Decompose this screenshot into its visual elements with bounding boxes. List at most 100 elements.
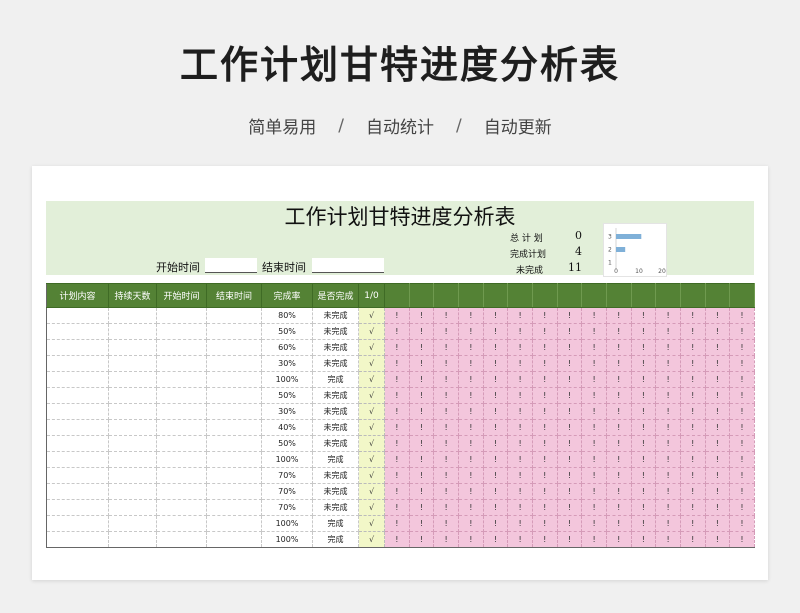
completion-rate-cell[interactable]: 60% — [261, 339, 313, 356]
gantt-cell[interactable]: ! — [482, 387, 509, 404]
table-cell[interactable] — [206, 499, 262, 516]
completion-status-cell[interactable]: 未完成 — [312, 467, 359, 484]
column-header[interactable]: 开始时间 — [156, 283, 207, 308]
gantt-cell[interactable]: ! — [531, 419, 558, 436]
gantt-cell[interactable]: ! — [704, 515, 731, 532]
gantt-cell[interactable]: ! — [556, 531, 583, 548]
check-cell[interactable]: √ — [358, 355, 385, 372]
table-cell[interactable] — [206, 307, 262, 324]
gantt-cell[interactable]: ! — [729, 435, 755, 452]
gantt-cell[interactable]: ! — [482, 403, 509, 420]
column-header[interactable]: 持续天数 — [108, 283, 157, 308]
gantt-cell[interactable]: ! — [729, 371, 755, 388]
gantt-cell[interactable]: ! — [531, 387, 558, 404]
table-cell[interactable] — [206, 339, 262, 356]
gantt-cell[interactable]: ! — [581, 355, 607, 372]
completion-status-cell[interactable]: 未完成 — [312, 307, 359, 324]
gantt-cell[interactable]: ! — [457, 307, 484, 324]
gantt-cell[interactable]: ! — [581, 403, 607, 420]
table-cell[interactable] — [108, 371, 157, 388]
table-cell[interactable] — [46, 451, 109, 468]
gantt-cell[interactable]: ! — [605, 355, 632, 372]
gantt-cell[interactable]: ! — [581, 307, 607, 324]
gantt-cell[interactable]: ! — [679, 403, 706, 420]
gantt-cell[interactable]: ! — [630, 323, 657, 340]
gantt-cell[interactable]: ! — [556, 355, 583, 372]
table-cell[interactable] — [46, 323, 109, 340]
gantt-cell[interactable]: ! — [679, 387, 706, 404]
gantt-cell[interactable]: ! — [556, 435, 583, 452]
completion-rate-cell[interactable]: 70% — [261, 499, 313, 516]
gantt-day-header[interactable] — [384, 283, 410, 308]
table-cell[interactable] — [156, 419, 207, 436]
gantt-cell[interactable]: ! — [605, 483, 632, 500]
completion-status-cell[interactable]: 完成 — [312, 531, 359, 548]
gantt-cell[interactable]: ! — [581, 419, 607, 436]
gantt-day-header[interactable] — [605, 283, 632, 308]
gantt-cell[interactable]: ! — [457, 531, 484, 548]
gantt-cell[interactable]: ! — [433, 515, 459, 532]
gantt-cell[interactable]: ! — [482, 307, 509, 324]
gantt-cell[interactable]: ! — [408, 339, 435, 356]
gantt-cell[interactable]: ! — [408, 419, 435, 436]
gantt-cell[interactable]: ! — [507, 499, 533, 516]
completion-status-cell[interactable]: 未完成 — [312, 435, 359, 452]
table-cell[interactable] — [46, 387, 109, 404]
completion-status-cell[interactable]: 未完成 — [312, 483, 359, 500]
gantt-cell[interactable]: ! — [581, 387, 607, 404]
gantt-cell[interactable]: ! — [433, 355, 459, 372]
gantt-cell[interactable]: ! — [408, 451, 435, 468]
gantt-day-header[interactable] — [408, 283, 435, 308]
table-cell[interactable] — [46, 531, 109, 548]
gantt-cell[interactable]: ! — [507, 323, 533, 340]
gantt-cell[interactable]: ! — [408, 307, 435, 324]
gantt-cell[interactable]: ! — [433, 435, 459, 452]
gantt-cell[interactable]: ! — [507, 531, 533, 548]
gantt-cell[interactable]: ! — [556, 307, 583, 324]
gantt-cell[interactable]: ! — [581, 531, 607, 548]
gantt-cell[interactable]: ! — [704, 483, 731, 500]
gantt-cell[interactable]: ! — [531, 531, 558, 548]
gantt-cell[interactable]: ! — [507, 483, 533, 500]
gantt-cell[interactable]: ! — [704, 323, 731, 340]
end-time-input[interactable] — [312, 258, 384, 273]
gantt-cell[interactable]: ! — [433, 387, 459, 404]
check-cell[interactable]: √ — [358, 499, 385, 516]
table-cell[interactable] — [206, 483, 262, 500]
gantt-cell[interactable]: ! — [605, 371, 632, 388]
gantt-day-header[interactable] — [729, 283, 755, 308]
gantt-cell[interactable]: ! — [408, 355, 435, 372]
table-cell[interactable] — [206, 371, 262, 388]
gantt-cell[interactable]: ! — [408, 323, 435, 340]
gantt-cell[interactable]: ! — [507, 339, 533, 356]
gantt-cell[interactable]: ! — [630, 371, 657, 388]
gantt-cell[interactable]: ! — [408, 515, 435, 532]
table-cell[interactable] — [156, 355, 207, 372]
gantt-cell[interactable]: ! — [581, 371, 607, 388]
gantt-cell[interactable]: ! — [482, 515, 509, 532]
completion-rate-cell[interactable]: 70% — [261, 483, 313, 500]
check-cell[interactable]: √ — [358, 323, 385, 340]
gantt-cell[interactable]: ! — [704, 371, 731, 388]
table-cell[interactable] — [108, 307, 157, 324]
gantt-cell[interactable]: ! — [655, 419, 681, 436]
table-cell[interactable] — [108, 515, 157, 532]
table-cell[interactable] — [46, 499, 109, 516]
gantt-cell[interactable]: ! — [704, 435, 731, 452]
check-cell[interactable]: √ — [358, 387, 385, 404]
gantt-cell[interactable]: ! — [655, 499, 681, 516]
gantt-cell[interactable]: ! — [384, 387, 410, 404]
table-cell[interactable] — [156, 531, 207, 548]
gantt-cell[interactable]: ! — [507, 355, 533, 372]
completion-rate-cell[interactable]: 30% — [261, 403, 313, 420]
gantt-cell[interactable]: ! — [457, 451, 484, 468]
gantt-cell[interactable]: ! — [704, 355, 731, 372]
gantt-cell[interactable]: ! — [581, 451, 607, 468]
gantt-cell[interactable]: ! — [482, 531, 509, 548]
gantt-cell[interactable]: ! — [457, 499, 484, 516]
gantt-cell[interactable]: ! — [655, 515, 681, 532]
gantt-cell[interactable]: ! — [507, 419, 533, 436]
gantt-cell[interactable]: ! — [655, 307, 681, 324]
gantt-cell[interactable]: ! — [457, 483, 484, 500]
completion-status-cell[interactable]: 未完成 — [312, 419, 359, 436]
